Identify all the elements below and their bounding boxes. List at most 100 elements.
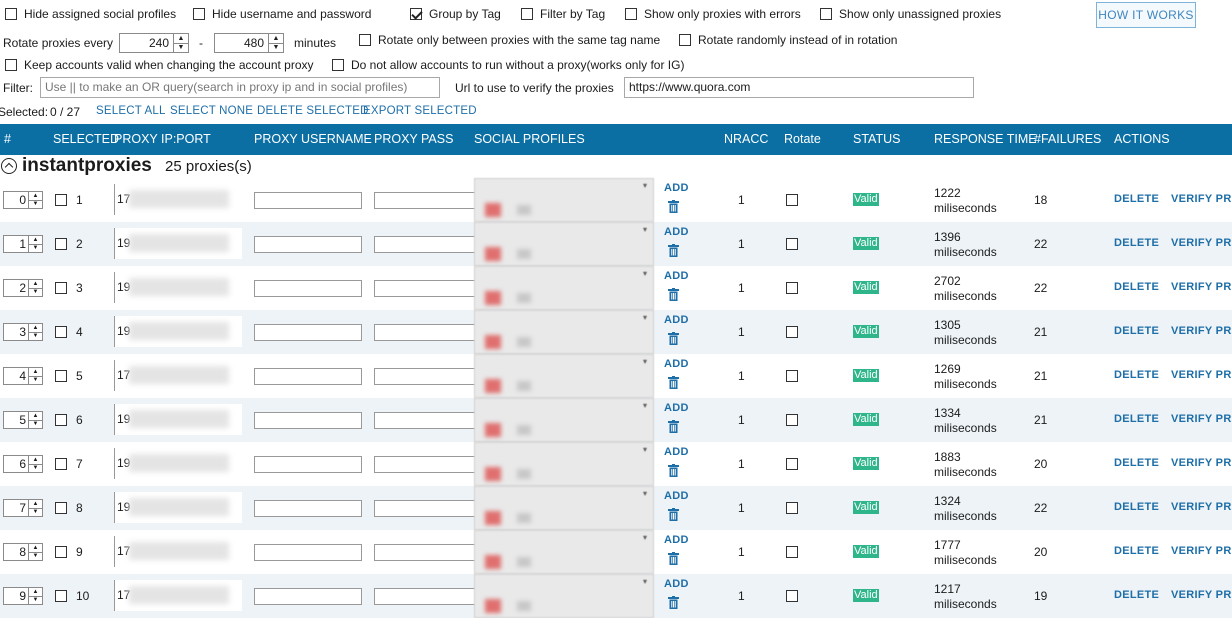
rotate-checkbox[interactable]: [786, 238, 798, 250]
chevron-down-icon[interactable]: ▾: [643, 533, 647, 542]
stepper-down-icon[interactable]: ▼: [29, 595, 42, 605]
proxy-ip-field[interactable]: 19: [114, 404, 242, 435]
trash-icon[interactable]: [668, 596, 679, 609]
social-profiles-list[interactable]: ▾: [474, 222, 654, 266]
stepper-up-icon[interactable]: ▲: [29, 544, 42, 552]
trash-icon[interactable]: [668, 200, 679, 213]
verify-proxy-link[interactable]: VERIFY PRO: [1171, 193, 1232, 205]
proxy-username-input[interactable]: [254, 500, 362, 517]
add-profile-link[interactable]: ADD: [664, 358, 689, 370]
proxy-ip-field[interactable]: 19: [114, 492, 242, 523]
add-profile-link[interactable]: ADD: [664, 446, 689, 458]
collapse-icon[interactable]: [1, 158, 17, 174]
keep-valid-checkbox[interactable]: [5, 59, 17, 71]
filter-by-tag-option[interactable]: Filter by Tag: [521, 7, 605, 21]
social-profiles-list[interactable]: ▾: [474, 442, 654, 486]
proxy-pass-input[interactable]: [374, 456, 482, 473]
social-profiles-list[interactable]: ▾: [474, 310, 654, 354]
filter-by-tag-checkbox[interactable]: [521, 8, 533, 20]
stepper-down-icon[interactable]: ▼: [29, 287, 42, 297]
trash-icon[interactable]: [668, 552, 679, 565]
trash-icon[interactable]: [668, 376, 679, 389]
chevron-down-icon[interactable]: ▾: [643, 269, 647, 278]
delete-link[interactable]: DELETE: [1114, 369, 1159, 381]
add-profile-link[interactable]: ADD: [664, 226, 689, 238]
hide-assigned-checkbox[interactable]: [5, 8, 17, 20]
stepper-down-icon[interactable]: ▼: [29, 375, 42, 385]
trash-icon[interactable]: [668, 244, 679, 257]
proxy-ip-field[interactable]: 19: [114, 228, 242, 259]
stepper-up-icon[interactable]: ▲: [29, 412, 42, 420]
proxy-username-input[interactable]: [254, 236, 362, 253]
stepper-up-icon[interactable]: ▲: [29, 500, 42, 508]
social-profiles-list[interactable]: ▾: [474, 486, 654, 530]
rotate-checkbox[interactable]: [786, 326, 798, 338]
rotate-checkbox[interactable]: [786, 590, 798, 602]
proxy-pass-input[interactable]: [374, 368, 482, 385]
add-profile-link[interactable]: ADD: [664, 270, 689, 282]
stepper-down-icon[interactable]: ▼: [269, 42, 283, 53]
proxy-username-input[interactable]: [254, 588, 362, 605]
social-profiles-list[interactable]: ▾: [474, 398, 654, 442]
delete-selected-link[interactable]: DELETE SELECTED: [257, 105, 369, 117]
proxy-ip-field[interactable]: 19: [114, 448, 242, 479]
delete-link[interactable]: DELETE: [1114, 237, 1159, 249]
stepper-up-icon[interactable]: ▲: [174, 34, 188, 43]
stepper-down-icon[interactable]: ▼: [174, 42, 188, 53]
delete-link[interactable]: DELETE: [1114, 457, 1159, 469]
stepper-down-icon[interactable]: ▼: [29, 507, 42, 517]
verify-proxy-link[interactable]: VERIFY PRO: [1171, 281, 1232, 293]
row-select-checkbox[interactable]: [55, 414, 67, 426]
verify-proxy-link[interactable]: VERIFY PRO: [1171, 413, 1232, 425]
stepper-up-icon[interactable]: ▲: [29, 324, 42, 332]
row-select-checkbox[interactable]: [55, 326, 67, 338]
stepper-up-icon[interactable]: ▲: [269, 34, 283, 43]
order-stepper[interactable]: 7 ▲ ▼: [3, 499, 43, 517]
rotate-checkbox[interactable]: [786, 370, 798, 382]
select-none-link[interactable]: SELECT NONE: [170, 105, 253, 117]
rotate-checkbox[interactable]: [786, 546, 798, 558]
rotate-random-checkbox[interactable]: [679, 34, 691, 46]
row-select-checkbox[interactable]: [55, 238, 67, 250]
select-all-link[interactable]: SELECT ALL: [96, 105, 166, 117]
rotate-random-option[interactable]: Rotate randomly instead of in rotation: [679, 33, 897, 47]
trash-icon[interactable]: [668, 332, 679, 345]
stepper-down-icon[interactable]: ▼: [29, 419, 42, 429]
trash-icon[interactable]: [668, 508, 679, 521]
proxy-pass-input[interactable]: [374, 236, 482, 253]
delete-link[interactable]: DELETE: [1114, 545, 1159, 557]
order-stepper[interactable]: 8 ▲ ▼: [3, 543, 43, 561]
proxy-pass-input[interactable]: [374, 280, 482, 297]
order-stepper[interactable]: 0 ▲ ▼: [3, 191, 43, 209]
rotate-checkbox[interactable]: [786, 502, 798, 514]
rotate-checkbox[interactable]: [786, 414, 798, 426]
only-errors-option[interactable]: Show only proxies with errors: [625, 7, 801, 21]
social-profiles-list[interactable]: ▾: [474, 266, 654, 310]
trash-icon[interactable]: [668, 464, 679, 477]
export-selected-link[interactable]: EXPORT SELECTED: [363, 105, 477, 117]
proxy-username-input[interactable]: [254, 368, 362, 385]
order-stepper[interactable]: 3 ▲ ▼: [3, 323, 43, 341]
hide-username-checkbox[interactable]: [193, 8, 205, 20]
chevron-down-icon[interactable]: ▾: [643, 313, 647, 322]
proxy-pass-input[interactable]: [374, 412, 482, 429]
rotate-checkbox[interactable]: [786, 458, 798, 470]
proxy-username-input[interactable]: [254, 456, 362, 473]
row-select-checkbox[interactable]: [55, 282, 67, 294]
row-select-checkbox[interactable]: [55, 458, 67, 470]
filter-input[interactable]: Use || to make an OR query(search in pro…: [40, 77, 440, 98]
add-profile-link[interactable]: ADD: [664, 182, 689, 194]
keep-valid-option[interactable]: Keep accounts valid when changing the ac…: [5, 58, 314, 72]
no-run-without-proxy-option[interactable]: Do not allow accounts to run without a p…: [332, 58, 684, 72]
proxy-ip-field[interactable]: 19: [114, 316, 242, 347]
stepper-down-icon[interactable]: ▼: [29, 551, 42, 561]
chevron-down-icon[interactable]: ▾: [643, 357, 647, 366]
chevron-down-icon[interactable]: ▾: [643, 577, 647, 586]
hide-assigned-option[interactable]: Hide assigned social profiles: [5, 7, 176, 21]
stepper-down-icon[interactable]: ▼: [29, 199, 42, 209]
row-select-checkbox[interactable]: [55, 370, 67, 382]
trash-icon[interactable]: [668, 420, 679, 433]
order-stepper[interactable]: 2 ▲ ▼: [3, 279, 43, 297]
no-run-without-proxy-checkbox[interactable]: [332, 59, 344, 71]
stepper-up-icon[interactable]: ▲: [29, 368, 42, 376]
